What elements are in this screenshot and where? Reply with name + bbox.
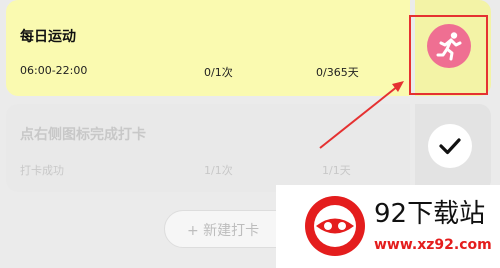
new-checkin-label: + 新建打卡 — [187, 223, 260, 239]
running-person-icon[interactable] — [427, 24, 471, 68]
task-total-days: 1/1天 — [322, 164, 351, 177]
site-watermark: 92下载站 www.xz92.com — [276, 185, 500, 268]
task-today-count: 1/1次 — [204, 164, 233, 177]
task-title: 每日运动 — [20, 29, 76, 45]
task-title: 点右侧图标完成打卡 — [20, 127, 146, 143]
watermark-url: www.xz92.com — [374, 237, 492, 253]
watermark-title: 92下载站 — [374, 199, 486, 229]
checkmark-icon[interactable] — [428, 124, 472, 168]
task-today-count: 0/1次 — [204, 66, 233, 79]
task-time-range: 06:00-22:00 — [20, 64, 88, 77]
running-person-glyph — [436, 32, 462, 61]
watermark-logo-icon — [305, 196, 365, 256]
task-status-text: 打卡成功 — [20, 164, 64, 177]
annotation-arrow-icon — [319, 81, 404, 149]
checkmark-glyph — [439, 138, 461, 155]
